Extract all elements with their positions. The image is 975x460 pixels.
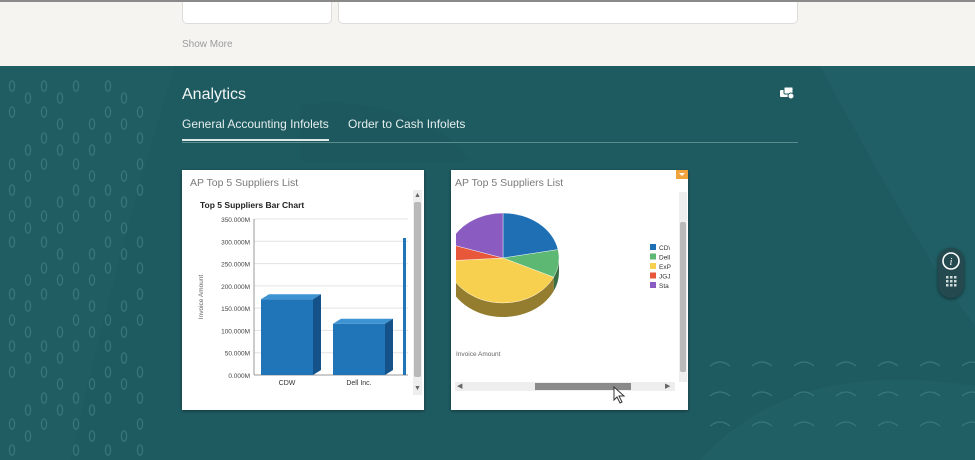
chart-title: Top 5 Suppliers Bar Chart <box>200 200 304 210</box>
previous-card-fragment <box>182 2 332 24</box>
scroll-up-arrow-icon[interactable]: ▲ <box>414 192 421 199</box>
bar-top <box>333 318 393 324</box>
x-tick-label: CDW <box>279 380 296 387</box>
top-section: Show More <box>0 0 975 66</box>
legend-label: Sta <box>659 283 669 290</box>
y-tick-label: 100.000M <box>221 328 250 335</box>
y-axis-label: Invoice Amount <box>198 275 205 320</box>
vertical-scrollbar[interactable] <box>679 192 687 382</box>
bar <box>403 238 406 375</box>
configure-icon[interactable] <box>779 86 795 100</box>
scrollbar-thumb[interactable] <box>414 202 421 377</box>
x-tick-label: Dell Inc. <box>346 380 371 387</box>
analytics-title: Analytics <box>182 86 247 103</box>
legend-label: JGJ <box>659 274 671 281</box>
side-panel-control[interactable]: i <box>938 248 964 298</box>
legend-label: ExP <box>659 264 671 271</box>
y-tick-label: 200.000M <box>221 284 250 291</box>
legend-swatch <box>650 272 656 279</box>
legend-swatch <box>650 282 656 288</box>
mouse-cursor-icon <box>613 386 626 404</box>
legend-swatch <box>650 244 656 250</box>
bar <box>333 323 385 375</box>
y-tick-label: 350.000M <box>221 217 250 224</box>
info-icon[interactable]: i <box>938 248 964 298</box>
infolet-ap-top5-pie[interactable]: AP Top 5 Suppliers List CD\ Dell ExP JGJ Sta… <box>451 170 688 410</box>
bar-chart: Top 5 Suppliers Bar Chart 0.000M 50.000M 10… <box>198 200 408 387</box>
scroll-left-arrow-icon[interactable]: ◀ <box>457 383 462 390</box>
legend-swatch <box>650 263 656 269</box>
legend-swatch <box>650 253 656 260</box>
bar-side <box>313 294 321 375</box>
y-tick-label: 300.000M <box>221 239 250 246</box>
tab-general-accounting[interactable]: General Accounting Infolets <box>182 117 329 141</box>
infolet-tabs: General Accounting Infolets Order to Cas… <box>182 117 798 143</box>
tab-order-to-cash[interactable]: Order to Cash Infolets <box>348 117 465 131</box>
y-tick-label: 0.000M <box>228 373 250 380</box>
infolet-ap-top5-bar[interactable]: AP Top 5 Suppliers List Top 5 Suppliers … <box>182 170 424 410</box>
pie-chart: CD\ Dell ExP JGJ Sta Invoice Amount <box>451 190 671 370</box>
bar <box>261 299 313 375</box>
bar-top <box>261 294 321 300</box>
show-more-link[interactable]: Show More <box>182 39 233 50</box>
horizontal-scrollbar[interactable]: ◀ ▶ <box>455 382 675 391</box>
bar-side <box>385 318 393 375</box>
scroll-right-arrow-icon[interactable]: ▶ <box>665 383 670 390</box>
scrollbar-thumb[interactable] <box>680 222 686 372</box>
legend-label: Dell <box>659 255 671 262</box>
previous-card-fragment <box>338 2 798 24</box>
svg-text:i: i <box>950 257 953 268</box>
y-tick-label: 250.000M <box>221 262 250 269</box>
pie-axis-label: Invoice Amount <box>456 351 501 358</box>
vertical-scrollbar[interactable]: ▲ ▼ <box>413 190 422 395</box>
legend-label: CD\ <box>659 245 670 252</box>
y-tick-label: 150.000M <box>221 306 250 313</box>
scroll-down-arrow-icon[interactable]: ▼ <box>414 385 421 392</box>
y-tick-label: 50.000M <box>225 351 250 358</box>
analytics-section: Analytics General Accounting Infolets Or… <box>0 66 975 460</box>
